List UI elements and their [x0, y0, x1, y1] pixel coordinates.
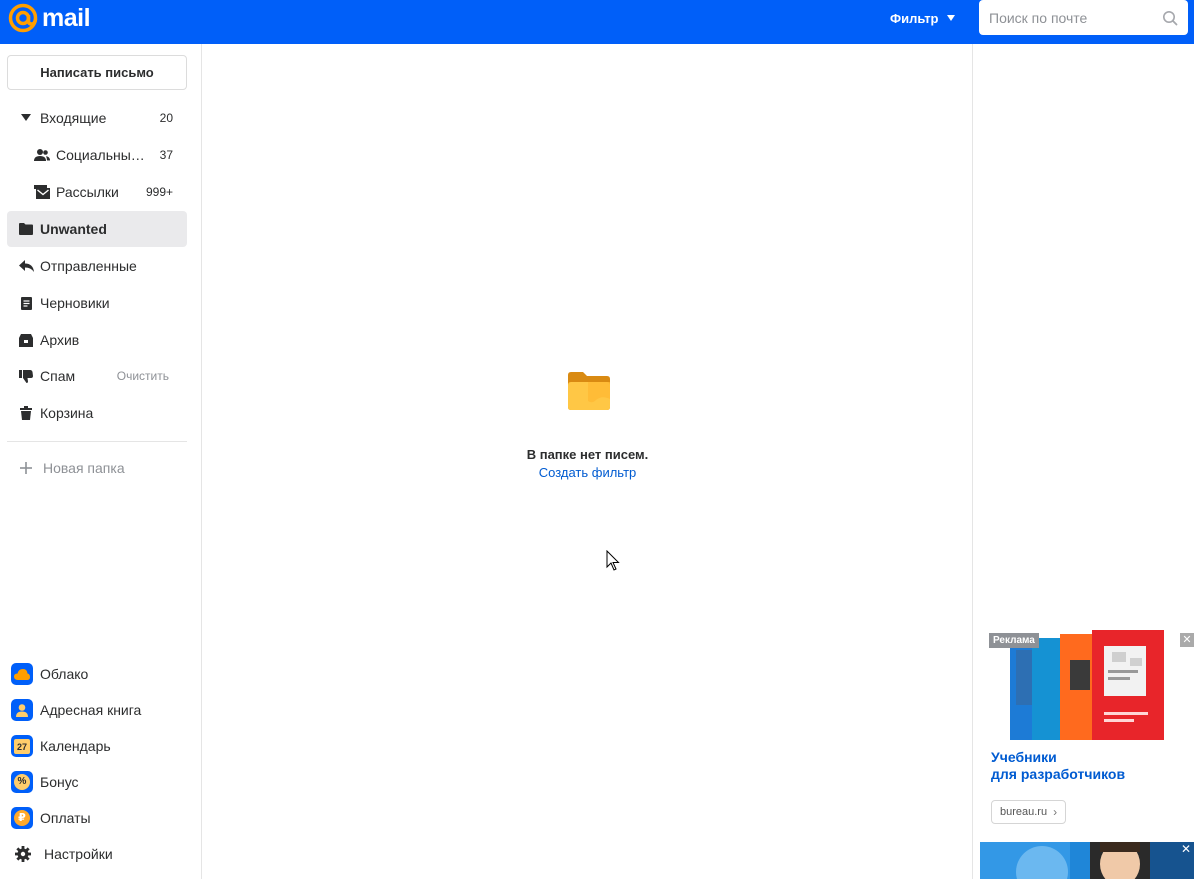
search-input[interactable] [989, 0, 1159, 35]
new-folder-label: Новая папка [43, 460, 125, 476]
payments-icon: ₽ [11, 807, 33, 829]
empty-folder-icon [568, 372, 610, 410]
search-icon[interactable] [1162, 10, 1178, 26]
ad-domain-button[interactable]: bureau.ru › [991, 800, 1067, 824]
folder-drafts[interactable]: Черновики [7, 285, 187, 321]
folder-icon [18, 221, 34, 237]
triangle-down-icon[interactable] [18, 110, 34, 126]
gear-icon [15, 846, 31, 862]
bonus-icon: % [11, 771, 33, 793]
compose-button[interactable]: Написать письмо [7, 55, 187, 90]
ad-close-button[interactable]: ✕ [1180, 633, 1194, 647]
search-box [979, 0, 1188, 35]
mouse-cursor-icon [606, 550, 620, 571]
reply-icon [18, 258, 34, 274]
ad-label: Реклама [989, 633, 1039, 648]
clear-spam-link[interactable]: Очистить [117, 369, 169, 383]
ad-title-line1: Учебники [991, 749, 1057, 765]
thumb-down-icon [18, 368, 34, 384]
app-payments[interactable]: ₽ Оплаты [7, 800, 187, 836]
folder-label: Unwanted [40, 221, 107, 237]
trash-icon [18, 405, 34, 421]
empty-state-title: В папке нет писем. [526, 447, 649, 462]
folder-label: Спам [40, 368, 76, 384]
folder-divider [7, 441, 187, 442]
settings-label: Настройки [44, 846, 113, 862]
ad-title-line2: для разработчиков [991, 766, 1126, 782]
folder-label: Входящие [40, 110, 107, 126]
app-label: Адресная книга [40, 702, 142, 718]
folder-spam[interactable]: Спам Очистить [7, 358, 187, 394]
chevron-right-icon: › [1053, 805, 1058, 819]
filter-button[interactable]: Фильтр [890, 9, 955, 27]
bonus-badge: % [14, 774, 30, 790]
unread-count: 37 [159, 148, 173, 162]
app-calendar[interactable]: 27 Календарь [7, 728, 187, 764]
ad-domain-text: bureau.ru [1000, 806, 1048, 818]
payments-badge: ₽ [14, 810, 30, 826]
folder-label: Корзина [40, 405, 94, 421]
archive-icon [18, 332, 34, 348]
plus-icon [20, 462, 32, 474]
top-bar: mail Фильтр [0, 0, 1194, 44]
mail-logo[interactable]: mail [8, 2, 91, 34]
folder-unwanted[interactable]: Unwanted [7, 211, 187, 247]
calendar-day-badge: 27 [14, 738, 30, 754]
folder-inbox[interactable]: Входящие 20 [7, 100, 187, 136]
app-bonus[interactable]: % Бонус [7, 764, 187, 800]
calendar-icon: 27 [11, 735, 33, 757]
folder-sent[interactable]: Отправленные [7, 248, 187, 284]
folder-label: Социальны… [56, 147, 145, 163]
app-label: Календарь [40, 738, 111, 754]
filter-label: Фильтр [890, 10, 939, 26]
contacts-icon [11, 699, 33, 721]
cloud-icon [11, 663, 33, 685]
folder-label: Отправленные [40, 258, 137, 274]
settings-link[interactable]: Настройки [7, 836, 187, 872]
folder-label: Архив [40, 332, 80, 348]
folder-newsletters[interactable]: Рассылки 999+ [7, 174, 187, 210]
newsletter-icon [34, 184, 50, 200]
chevron-down-icon [946, 15, 955, 21]
ad-banner-image[interactable] [980, 842, 1194, 879]
ad-title[interactable]: Учебники для разработчиков [991, 749, 1181, 783]
app-label: Бонус [40, 774, 79, 790]
folder-social[interactable]: Социальны… 37 [7, 137, 187, 173]
folder-label: Рассылки [56, 184, 119, 200]
ad-banner-close-button[interactable]: ✕ [1180, 842, 1192, 856]
app-contacts[interactable]: Адресная книга [7, 692, 187, 728]
unread-count: 999+ [145, 185, 173, 199]
at-sign-icon [8, 3, 38, 33]
social-icon [34, 147, 50, 163]
folder-trash[interactable]: Корзина [7, 395, 187, 431]
message-list-area: В папке нет писем. Создать фильтр [203, 44, 972, 879]
folder-label: Черновики [40, 295, 110, 311]
draft-icon [18, 295, 34, 311]
logo-text: mail [42, 4, 91, 32]
folder-archive[interactable]: Архив [7, 322, 187, 358]
new-folder-button[interactable]: Новая папка [7, 450, 187, 486]
create-filter-link[interactable]: Создать фильтр [203, 465, 972, 480]
app-cloud[interactable]: Облако [7, 656, 187, 692]
app-label: Оплаты [40, 810, 91, 826]
unread-count: 20 [159, 111, 173, 125]
app-label: Облако [40, 666, 89, 682]
sidebar: Написать письмо Входящие 20 Социальны… 3… [0, 44, 202, 879]
